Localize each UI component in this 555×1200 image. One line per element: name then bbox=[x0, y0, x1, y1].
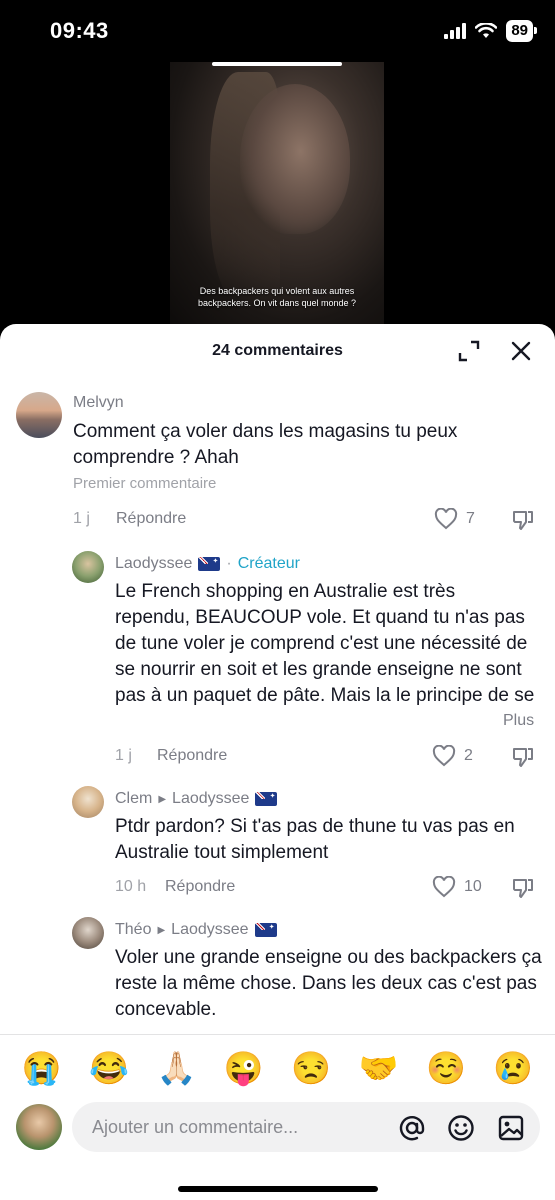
home-indicator bbox=[178, 1186, 378, 1192]
reply-button[interactable]: Répondre bbox=[157, 747, 227, 765]
avatar[interactable] bbox=[16, 392, 62, 438]
sheet-header: 24 commentaires bbox=[0, 324, 555, 376]
battery-indicator: 89 bbox=[506, 20, 537, 42]
video-caption: Des backpackers qui volent aux autres ba… bbox=[197, 286, 357, 308]
avatar[interactable] bbox=[72, 551, 104, 583]
see-more-link[interactable]: Plus bbox=[503, 712, 534, 730]
reply-button[interactable]: Répondre bbox=[165, 878, 235, 896]
comment-clem: Clem ▶ Laodyssee Ptdr pardon? Si t'as pa… bbox=[0, 784, 555, 904]
divider bbox=[0, 1034, 555, 1035]
video-preview[interactable]: Des backpackers qui volent aux autres ba… bbox=[170, 62, 384, 324]
image-icon[interactable] bbox=[497, 1114, 525, 1142]
emoji-handshake[interactable]: 🤝 bbox=[359, 1050, 399, 1086]
comment-time: 10 h bbox=[115, 878, 147, 895]
emoji-crying[interactable]: 😢 bbox=[493, 1050, 533, 1086]
comments-sheet: 24 commentaires Melvyn Comment ça voler … bbox=[0, 324, 555, 1200]
avatar[interactable] bbox=[72, 917, 104, 949]
author-name[interactable]: Théo bbox=[115, 921, 151, 939]
comment-author[interactable]: Laodyssee · Créateur bbox=[115, 555, 300, 573]
heart-icon bbox=[432, 745, 456, 767]
mention-icon[interactable] bbox=[398, 1114, 426, 1142]
comment-theo: Théo ▶ Laodyssee Voler une grande enseig… bbox=[0, 915, 555, 1033]
comment-time: 1 j bbox=[115, 747, 132, 764]
heart-icon bbox=[434, 508, 458, 530]
dislike-icon[interactable] bbox=[511, 876, 535, 900]
creator-badge: Créateur bbox=[237, 555, 300, 572]
author-name[interactable]: Melvyn bbox=[73, 394, 124, 412]
author-name[interactable]: Clem bbox=[115, 790, 152, 808]
dislike-icon[interactable] bbox=[511, 508, 535, 532]
comment-time: 1 j bbox=[73, 510, 90, 527]
australia-flag-icon bbox=[255, 792, 278, 806]
like-count: 2 bbox=[464, 747, 473, 764]
reply-to-name[interactable]: Laodyssee bbox=[172, 790, 249, 808]
comment-text: Comment ça voler dans les magasins tu pe… bbox=[73, 421, 458, 468]
status-time: 09:43 bbox=[50, 18, 109, 43]
emoji-winking-tongue[interactable]: 😜 bbox=[224, 1050, 264, 1086]
avatar[interactable] bbox=[72, 786, 104, 818]
status-bar: 09:43 89 bbox=[0, 0, 555, 60]
australia-flag-icon bbox=[254, 923, 277, 937]
like-count: 7 bbox=[466, 510, 475, 527]
cellular-signal-icon bbox=[444, 23, 467, 39]
like-button[interactable]: 7 bbox=[434, 508, 475, 530]
comment-author[interactable]: Théo ▶ Laodyssee bbox=[115, 921, 277, 939]
emoji-loudly-crying[interactable]: 😭 bbox=[22, 1050, 62, 1086]
heart-icon bbox=[432, 876, 456, 898]
separator-dot: · bbox=[226, 555, 232, 572]
video-figure-face bbox=[240, 84, 350, 234]
comment-text: Voler une grande enseigne ou des backpac… bbox=[115, 947, 542, 1020]
status-icons: 89 bbox=[444, 20, 537, 42]
dislike-icon[interactable] bbox=[511, 745, 535, 769]
emoji-folded-hands[interactable]: 🙏🏻 bbox=[157, 1050, 197, 1086]
australia-flag-icon bbox=[198, 557, 221, 571]
first-comment-label: Premier commentaire bbox=[73, 475, 217, 492]
like-count: 10 bbox=[464, 878, 482, 895]
wifi-icon bbox=[475, 23, 498, 38]
like-button[interactable]: 10 bbox=[432, 876, 482, 898]
emoji-smiling[interactable]: ☺️ bbox=[426, 1050, 466, 1086]
comment-author[interactable]: Clem ▶ Laodyssee bbox=[115, 790, 278, 808]
user-avatar[interactable] bbox=[16, 1104, 62, 1150]
emoji-quick-bar: 😭 😂 🙏🏻 😜 😒 🤝 ☺️ 😢 bbox=[0, 1042, 555, 1094]
emoji-unamused[interactable]: 😒 bbox=[291, 1050, 331, 1086]
expand-icon[interactable] bbox=[457, 339, 481, 363]
close-icon[interactable] bbox=[508, 338, 534, 364]
reply-to-name[interactable]: Laodyssee bbox=[171, 921, 248, 939]
comment-author[interactable]: Melvyn bbox=[73, 394, 124, 412]
comment-text: Le French shopping en Australie est très… bbox=[115, 581, 535, 706]
like-button[interactable]: 2 bbox=[432, 745, 473, 767]
comment-melvyn: Melvyn Comment ça voler dans les magasin… bbox=[0, 386, 555, 536]
author-name[interactable]: Laodyssee bbox=[115, 555, 192, 573]
reply-button[interactable]: Répondre bbox=[116, 510, 186, 528]
comment-laodyssee: Laodyssee · Créateur Le French shopping … bbox=[0, 549, 555, 769]
comment-text: Ptdr pardon? Si t'as pas de thune tu vas… bbox=[115, 816, 515, 863]
tiktok-comments-screen: 09:43 89 Des backpackers qui volent aux … bbox=[0, 0, 555, 1200]
video-top-indicator bbox=[212, 62, 342, 66]
smiley-icon[interactable] bbox=[447, 1114, 475, 1142]
reply-arrow-icon: ▶ bbox=[158, 793, 167, 805]
emoji-tears-of-joy[interactable]: 😂 bbox=[89, 1050, 129, 1086]
reply-arrow-icon: ▶ bbox=[157, 924, 166, 936]
